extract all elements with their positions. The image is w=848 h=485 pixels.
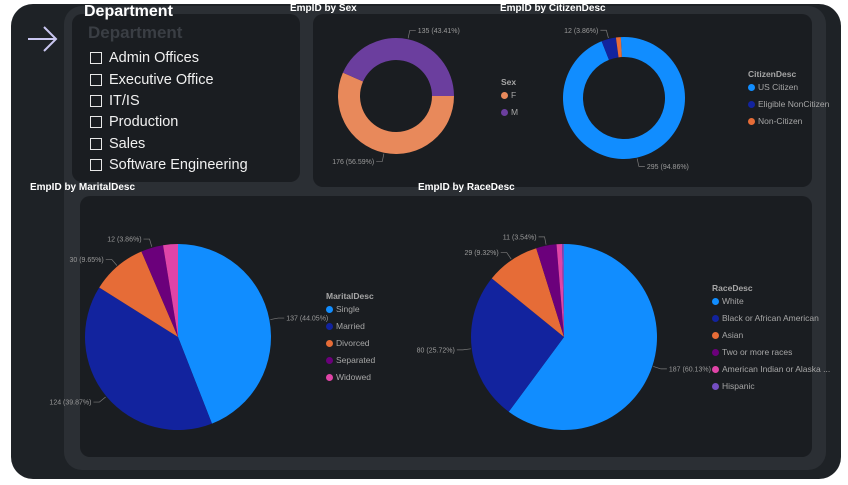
donut-slice-us-citizen[interactable]	[562, 37, 685, 160]
data-label: 124 (39.87%)	[49, 400, 91, 407]
data-label-leader	[407, 30, 416, 39]
data-label-leader	[600, 29, 609, 39]
data-label: 29 (9.32%)	[464, 250, 498, 257]
charts-layer: 176 (56.59%) 135 (43.41%) 295 (94.86%) 12 (…	[49, 28, 711, 431]
data-label-leader	[143, 238, 153, 247]
data-label: 137 (44.05%)	[286, 316, 328, 323]
data-label-leader	[105, 259, 118, 266]
data-label-leader	[636, 158, 645, 167]
data-label-leader	[93, 396, 106, 403]
data-label: 187 (60.13%)	[669, 366, 711, 373]
data-label-leader	[270, 317, 285, 320]
data-label: 12 (3.86%)	[564, 28, 598, 35]
data-label: 12 (3.86%)	[107, 237, 141, 244]
data-label: 30 (9.65%)	[69, 257, 103, 264]
data-label-leader	[500, 252, 512, 260]
data-label-leader	[456, 348, 471, 351]
data-label-leader	[653, 366, 667, 370]
data-label: 11 (3.54%)	[503, 234, 537, 241]
data-label-leader	[538, 236, 547, 245]
data-label: 135 (43.41%)	[418, 28, 460, 35]
data-label: 176 (56.59%)	[332, 159, 374, 166]
data-label: 80 (25.72%)	[417, 347, 455, 354]
data-label: 295 (94.86%)	[647, 164, 689, 171]
data-label-leader	[376, 153, 385, 162]
